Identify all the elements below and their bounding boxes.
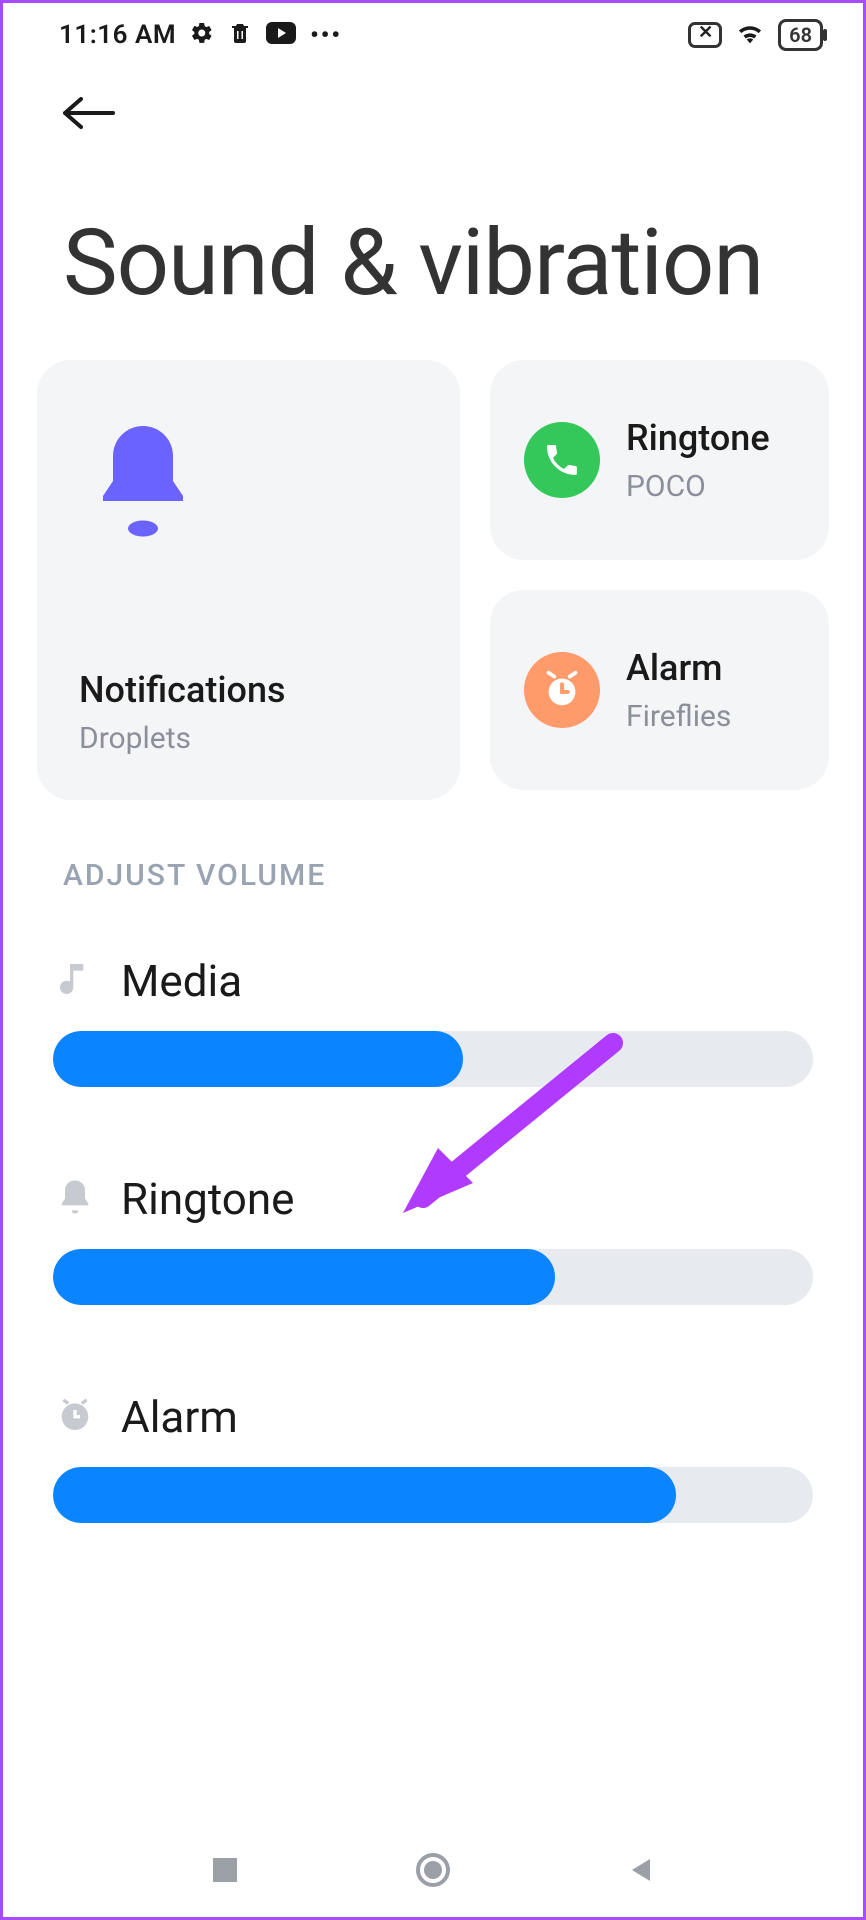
alarm-volume-row: Alarm [3,1305,863,1523]
notifications-sub: Droplets [79,721,418,756]
alarm-slider-fill [53,1467,676,1523]
status-time: 11:16 AM [59,20,176,50]
battery-indicator: 68 [778,19,823,51]
youtube-icon [266,22,296,48]
alarm-card[interactable]: Alarm Fireflies [490,590,829,790]
notifications-card[interactable]: Notifications Droplets [37,360,460,800]
ringtone-title: Ringtone [626,417,770,459]
nav-back-button[interactable] [626,1855,656,1889]
adjust-volume-header: ADJUST VOLUME [3,800,863,911]
alarm-sub: Fireflies [626,699,731,734]
bell-small-icon [55,1177,95,1221]
settings-icon [190,21,214,49]
wifi-icon [734,20,766,50]
media-volume-row: Media [3,911,863,1087]
alarm-title: Alarm [626,647,731,689]
media-label: Media [121,955,242,1007]
page-title: Sound & vibration [3,137,863,360]
system-nav-bar [3,1827,863,1917]
nav-home-button[interactable] [413,1850,453,1894]
music-note-icon [55,959,95,1003]
alarm-label: Alarm [121,1391,238,1443]
nav-recent-button[interactable] [210,1855,240,1889]
status-bar: 11:16 AM ••• 68 [3,3,863,59]
more-icon: ••• [310,21,342,49]
ringtone-sub: POCO [626,469,770,504]
trash-icon [228,20,252,50]
sim-error-icon [688,22,722,48]
ringtone-card[interactable]: Ringtone POCO [490,360,829,560]
alarm-clock-icon [524,652,600,728]
ringtone-slider-fill [53,1249,555,1305]
notifications-title: Notifications [79,669,418,711]
media-slider-fill [53,1031,463,1087]
ringtone-volume-row: Ringtone [3,1087,863,1305]
back-button[interactable] [61,118,117,137]
alarm-slider[interactable] [53,1467,813,1523]
phone-icon [524,422,600,498]
clock-small-icon [55,1395,95,1439]
ringtone-label: Ringtone [121,1173,295,1225]
ringtone-slider[interactable] [53,1249,813,1305]
bell-icon [83,416,203,560]
media-slider[interactable] [53,1031,813,1087]
